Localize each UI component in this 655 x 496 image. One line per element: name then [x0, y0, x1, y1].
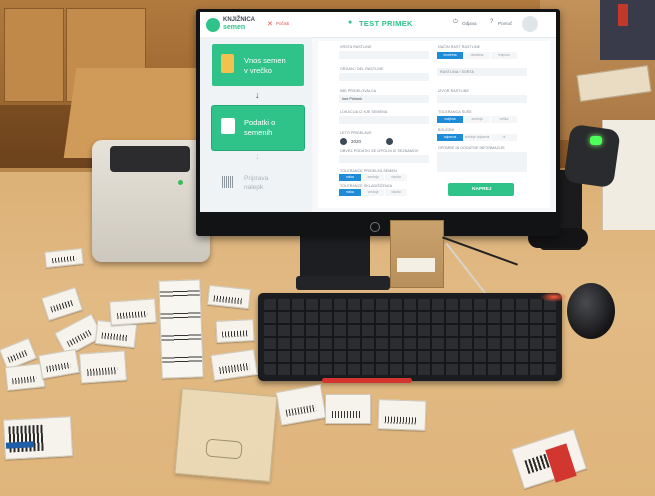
step-2-card[interactable]: Podatki o semenih — [212, 106, 304, 150]
cabinet-door-left — [4, 8, 64, 102]
user-icon: ● — [348, 19, 353, 26]
tolerance-a-option-3[interactable]: visoka — [385, 174, 407, 181]
disease-option-1[interactable]: odporna — [437, 134, 463, 141]
tolerance-b-option-1[interactable]: nizka — [339, 189, 361, 196]
step-2-label-line2: semenih — [244, 128, 273, 137]
close-icon[interactable]: ✕ — [267, 20, 273, 28]
year-minus-button[interactable] — [340, 138, 347, 145]
barcode-label — [158, 279, 204, 379]
step-1-icon — [221, 54, 234, 73]
glassine-envelope — [174, 387, 278, 483]
label-grower-name: IME PRIDELOVALCA — [340, 89, 377, 93]
barcode-label — [109, 298, 157, 326]
red-pen — [322, 378, 412, 383]
year-value[interactable]: 2020 — [351, 139, 361, 144]
arrow-down-icon: ↓ — [255, 90, 260, 100]
disease-option-3[interactable]: ni — [491, 134, 517, 141]
printer-led-icon — [178, 180, 183, 185]
drought-option-1[interactable]: majhna — [437, 116, 463, 123]
barcode-label — [377, 399, 427, 431]
label-growth-type: NAČIN RAST RASTLINE — [438, 45, 481, 49]
plant-species-field[interactable] — [339, 51, 429, 59]
label-location: LOKACIJA IZ KJE SEMENA — [340, 110, 388, 114]
monitor-logo — [370, 222, 380, 232]
tolerance-a-option-1[interactable]: nizka — [339, 174, 361, 181]
envelope-stamp — [205, 438, 243, 460]
label-variety: RASTLINA / SORTA — [440, 70, 475, 74]
label-notes: OPOMBE IN DODATNE INFORMACIJE — [438, 146, 505, 150]
step-3-label-line1: Priprava — [244, 175, 269, 182]
drought-option-3[interactable]: velika — [491, 116, 517, 123]
barcode-scanner — [563, 123, 621, 189]
label-tolerance-a: TOLERANCE PRIDELKA SEMEN — [340, 169, 397, 173]
monitor-stand-base — [296, 276, 390, 290]
growth-option-3[interactable]: trajnica — [491, 52, 517, 59]
arrow-down-icon-2: ↓ — [255, 151, 260, 161]
printer-lid-window — [110, 146, 190, 172]
step-3-label-line2: nalepk — [244, 184, 264, 191]
barcode-label — [79, 350, 127, 384]
tolerance-a-option-2[interactable]: srednja — [362, 174, 384, 181]
barcode-label — [4, 363, 46, 391]
monitor-screen: KNJIŽNICA semen ✕ Počisti ● TEST PRIMEK … — [200, 12, 556, 212]
label-required-note: OBVEZ PODATKI SE IZPOLNI IZ SEZNAMOV — [340, 149, 419, 153]
step-2-label-line1: Podatki o — [244, 118, 276, 127]
notes-field[interactable] — [437, 152, 527, 172]
disease-option-2[interactable]: srednje odporna — [464, 134, 490, 141]
growth-option-1[interactable]: enoletna — [437, 52, 463, 59]
app-logo-text-1: KNJIŽNICA — [223, 17, 256, 23]
barcode-label — [215, 319, 255, 343]
label-plant-species: VRSTA RASTLINE — [340, 45, 372, 49]
help-button[interactable]: Pomoč — [498, 21, 512, 26]
mouse — [567, 283, 615, 339]
label-origin: IZVOR RASTLINE — [438, 89, 469, 93]
location-field[interactable] — [339, 116, 429, 124]
help-icon[interactable]: ? — [490, 19, 493, 25]
clear-button[interactable]: Počisti — [276, 21, 289, 26]
next-button-label: NAPREJ — [472, 187, 492, 192]
label-year: LETO PRIDELAVE — [340, 131, 372, 135]
growth-option-2[interactable]: dvoletna — [464, 52, 490, 59]
avatar[interactable] — [522, 16, 538, 32]
app-logo-icon — [206, 18, 220, 32]
label-disease: BOLEZNI — [438, 128, 455, 132]
grower-name-value: Ime Priimek — [342, 97, 363, 101]
tolerance-b-option-3[interactable]: visoka — [385, 189, 407, 196]
barcode-label — [325, 394, 371, 424]
step-1-label-line2: v vrečko — [244, 66, 272, 75]
notes-left-field[interactable] — [339, 155, 429, 163]
scanner-led-icon — [590, 136, 602, 145]
origin-field[interactable] — [437, 95, 527, 103]
keyboard-row-gaps — [264, 299, 556, 375]
barcode-icon — [222, 176, 234, 188]
label-drought: TOLERANCA SUŠE — [438, 110, 472, 114]
photo-scene: KNJIŽNICA semen ✕ Počisti ● TEST PRIMEK … — [0, 0, 655, 496]
envelope-label — [397, 258, 435, 272]
barcode-label — [207, 284, 251, 310]
page-title: TEST PRIMEK — [359, 19, 413, 28]
label-plant-part: ORGAN / DEL RASTLINE — [340, 67, 384, 71]
step-3-card: Priprava nalepk — [212, 164, 304, 202]
label-tolerance-b: TOLERANCE SKLADIŠČENJA — [340, 184, 393, 188]
logout-icon[interactable]: ⏻ — [453, 19, 458, 26]
laser-glow — [540, 292, 568, 302]
step-2-icon — [221, 118, 235, 134]
barcode-card — [2, 416, 74, 460]
tolerance-b-option-2[interactable]: srednja — [362, 189, 384, 196]
plant-part-field[interactable] — [339, 73, 429, 81]
step-1-label-line1: Vnos semen — [244, 56, 286, 65]
drought-option-2[interactable]: srednja — [464, 116, 490, 123]
seed-envelope — [390, 220, 444, 288]
step-1-card[interactable]: Vnos semen v vrečko — [212, 44, 304, 86]
year-plus-button[interactable] — [386, 138, 393, 145]
red-object — [618, 4, 628, 26]
logout-button[interactable]: Odjava — [462, 21, 477, 26]
app-logo-text-2: semen — [223, 24, 246, 31]
